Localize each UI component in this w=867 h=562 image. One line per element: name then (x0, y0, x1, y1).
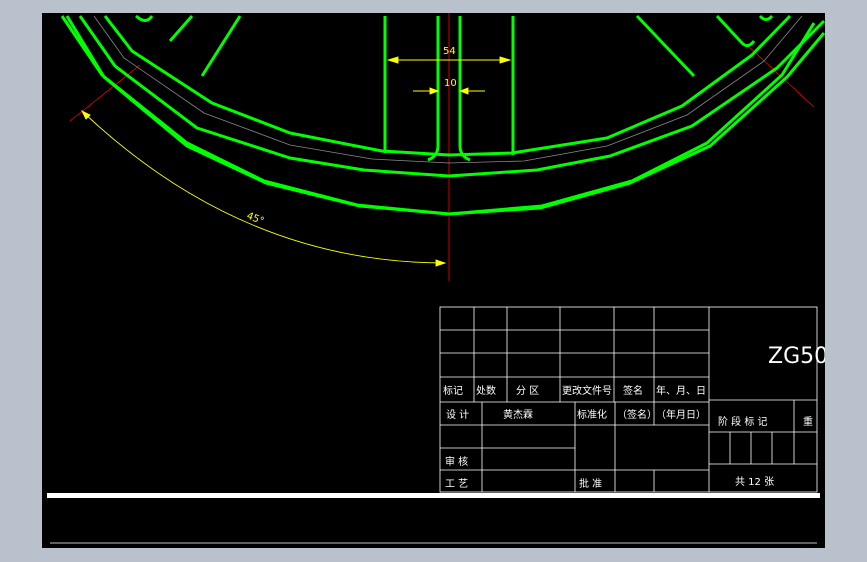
spoke-right-inner (715, 14, 756, 48)
slot-left-wall (427, 16, 440, 162)
spoke-left-fillet (134, 14, 154, 22)
header-date: 年、月、日 (656, 384, 706, 397)
spoke-right-fillet (758, 14, 774, 21)
dim-45-arc (81, 110, 446, 264)
title-block-grid (439, 306, 818, 493)
dim-45-arrow-bottom (435, 259, 447, 267)
dim-54-label: 54 (443, 46, 456, 57)
review-label: 审 核 (445, 455, 468, 468)
header-count: 处数 (476, 384, 496, 397)
ring-mid-guide (93, 15, 803, 164)
cad-drawing-viewport[interactable]: 54 10 45° ZG50 标记 处数 分 区 更改文件号 签名 年、月、日 … (42, 13, 825, 548)
design-label: 设 计 (446, 408, 469, 421)
standardize-label: 标准化 (577, 408, 607, 421)
bottom-thick-border (47, 493, 820, 498)
left-centerline-45 (69, 64, 141, 122)
sheets-label: 共 12 张 (735, 476, 774, 488)
designer-name: 黄杰霖 (503, 408, 533, 421)
dim-54-arrow-right (499, 56, 512, 64)
spoke-right (635, 14, 696, 78)
stage-mark-label: 阶 段 标 记 (718, 415, 768, 428)
dim-45-label: 45° (245, 211, 266, 228)
header-mark: 标记 (443, 385, 463, 397)
slot-right-wall (458, 16, 471, 162)
spoke-left-inner (168, 15, 194, 42)
dim-10-label: 10 (444, 78, 457, 89)
spoke-left (200, 15, 242, 77)
dim-54-arrow-left (386, 56, 399, 64)
date-placeholder: （年月日） (656, 408, 706, 421)
weight-label: 重 (803, 415, 813, 428)
header-change-doc: 更改文件号 (562, 384, 612, 397)
cad-drawing-canvas: 54 10 45° ZG50 标记 处数 分 区 更改文件号 签名 年、月、日 … (47, 13, 825, 544)
header-signature: 签名 (623, 384, 643, 397)
approve-label: 批 准 (579, 477, 602, 490)
header-zone: 分 区 (516, 385, 539, 397)
ring-second-edge (78, 15, 825, 178)
process-label: 工 艺 (445, 478, 468, 490)
drawing-code: ZG50 (768, 344, 825, 369)
sign-placeholder: （签名） (617, 408, 657, 421)
